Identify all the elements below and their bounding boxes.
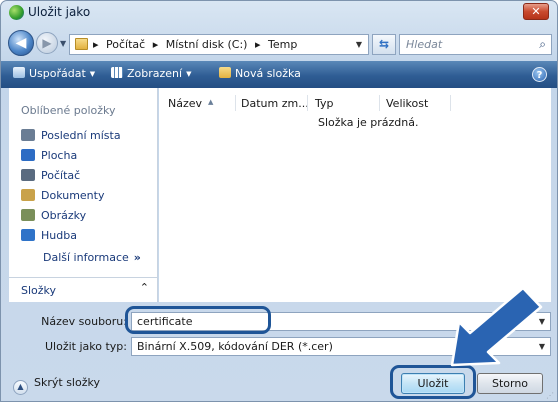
filetype-select[interactable]: Binární X.509, kódování DER (*.cer) ▼ bbox=[131, 337, 551, 356]
organize-label: Uspořádat bbox=[29, 67, 86, 80]
empty-folder-message: Složka je prázdná. bbox=[318, 116, 419, 129]
breadcrumb-computer[interactable]: Počítač bbox=[106, 38, 145, 51]
help-icon[interactable]: ? bbox=[532, 67, 547, 82]
refresh-button[interactable]: ⇆ bbox=[372, 34, 396, 55]
chevron-up-icon: ⌃ bbox=[139, 281, 149, 294]
cancel-button[interactable]: Storno bbox=[477, 373, 543, 394]
sidebar-item-label: Hudba bbox=[41, 229, 77, 242]
breadcrumb-local-disk[interactable]: Místní disk (C:) bbox=[166, 38, 248, 51]
sidebar-item-label: Plocha bbox=[41, 149, 78, 162]
history-dropdown-icon[interactable]: ▼ bbox=[60, 39, 66, 48]
search-placeholder: Hledat bbox=[406, 38, 443, 51]
sidebar-item-music[interactable]: Hudba bbox=[21, 229, 77, 246]
filetype-label: Uložit jako typ: bbox=[45, 340, 127, 353]
navigation-pane: Oblíbené položky Poslední místa Plocha P… bbox=[9, 88, 158, 302]
save-as-dialog: Uložit jako ✕ ◀ ▶ ▼ ▸ Počítač ▸ Místní d… bbox=[0, 0, 558, 402]
music-icon bbox=[21, 229, 35, 241]
command-toolbar: Uspořádat ▼ Zobrazení ▼ Nová složka ? bbox=[1, 61, 557, 88]
filetype-value: Binární X.509, kódování DER (*.cer) bbox=[137, 340, 333, 353]
title-bar: Uložit jako ✕ bbox=[1, 1, 557, 25]
computer-icon bbox=[21, 169, 35, 181]
sidebar-item-label: Obrázky bbox=[41, 209, 87, 222]
sidebar-item-recent-places[interactable]: Poslední místa bbox=[21, 129, 121, 146]
views-icon bbox=[111, 67, 123, 78]
organize-icon bbox=[13, 67, 25, 78]
breadcrumb: ▸ Počítač ▸ Místní disk (C:) ▸ Temp bbox=[93, 38, 301, 51]
sidebar-item-pictures[interactable]: Obrázky bbox=[21, 209, 86, 226]
pictures-icon bbox=[21, 209, 35, 221]
back-button[interactable]: ◀ bbox=[8, 30, 34, 56]
sidebar-item-computer[interactable]: Počítač bbox=[21, 169, 80, 186]
dialog-title: Uložit jako bbox=[28, 5, 91, 19]
new-folder-label: Nová složka bbox=[235, 67, 301, 80]
sidebar-item-label: Počítač bbox=[41, 169, 81, 182]
desktop-icon bbox=[21, 149, 35, 161]
chevron-down-icon[interactable]: ▼ bbox=[539, 317, 545, 326]
column-header-name[interactable]: ▲ Název bbox=[168, 97, 213, 110]
recent-places-icon bbox=[21, 129, 35, 141]
address-bar[interactable]: ▸ Počítač ▸ Místní disk (C:) ▸ Temp ▼ bbox=[69, 34, 369, 55]
column-divider[interactable] bbox=[450, 95, 451, 111]
search-input[interactable]: Hledat ⌕ bbox=[399, 34, 552, 55]
column-header-size[interactable]: Velikost bbox=[386, 97, 428, 110]
more-info-label: Další informace bbox=[43, 251, 129, 264]
column-header-date[interactable]: Datum zm... bbox=[241, 97, 309, 110]
save-button-highlight bbox=[390, 365, 476, 399]
resize-grip-icon[interactable]: ⋰ bbox=[546, 391, 554, 400]
breadcrumb-separator-icon: ▸ bbox=[93, 38, 99, 51]
more-info-link[interactable]: Další informace » bbox=[43, 251, 141, 264]
column-divider[interactable] bbox=[379, 95, 380, 111]
chevron-up-icon: ▲ bbox=[13, 380, 28, 395]
favorites-header: Oblíbené položky bbox=[21, 104, 116, 117]
chevron-down-icon: ▼ bbox=[89, 70, 96, 78]
views-button[interactable]: Zobrazení ▼ bbox=[111, 67, 191, 80]
sidebar-item-documents[interactable]: Dokumenty bbox=[21, 189, 104, 206]
chevron-down-icon[interactable]: ▼ bbox=[539, 342, 545, 351]
new-folder-button[interactable]: Nová složka bbox=[219, 67, 301, 80]
column-header-label: Název bbox=[168, 97, 203, 110]
chevron-down-icon: ▼ bbox=[186, 70, 192, 78]
search-icon: ⌕ bbox=[539, 37, 546, 51]
filename-label: Název souboru: bbox=[41, 315, 127, 328]
close-button[interactable]: ✕ bbox=[523, 3, 549, 20]
column-header-type[interactable]: Typ bbox=[315, 97, 334, 110]
sidebar-item-label: Poslední místa bbox=[41, 129, 121, 142]
folders-label: Složky bbox=[21, 284, 57, 297]
new-folder-icon bbox=[219, 67, 231, 78]
column-divider[interactable] bbox=[307, 95, 308, 111]
forward-button[interactable]: ▶ bbox=[36, 32, 58, 54]
sidebar-item-desktop[interactable]: Plocha bbox=[21, 149, 77, 166]
filename-highlight bbox=[125, 306, 271, 334]
hide-folders-label: Skrýt složky bbox=[34, 376, 100, 389]
column-divider[interactable] bbox=[235, 95, 236, 111]
browser-icon bbox=[9, 5, 24, 20]
organize-button[interactable]: Uspořádat ▼ bbox=[13, 67, 95, 80]
double-chevron-icon: » bbox=[133, 251, 141, 264]
documents-icon bbox=[21, 189, 35, 201]
address-dropdown-icon[interactable]: ▼ bbox=[356, 40, 362, 49]
breadcrumb-separator-icon: ▸ bbox=[254, 38, 261, 51]
breadcrumb-temp[interactable]: Temp bbox=[268, 38, 297, 51]
sort-arrow-icon: ▲ bbox=[208, 98, 214, 106]
file-list[interactable]: ▲ Název Datum zm... Typ Velikost Složka … bbox=[159, 88, 551, 302]
breadcrumb-separator-icon: ▸ bbox=[152, 38, 159, 51]
sidebar-item-label: Dokumenty bbox=[41, 189, 105, 202]
views-label: Zobrazení bbox=[127, 67, 183, 80]
hide-folders-toggle[interactable]: ▲ Skrýt složky bbox=[13, 376, 100, 395]
folders-toggle[interactable]: Složky ⌃ bbox=[9, 277, 158, 301]
folder-icon bbox=[75, 38, 88, 50]
